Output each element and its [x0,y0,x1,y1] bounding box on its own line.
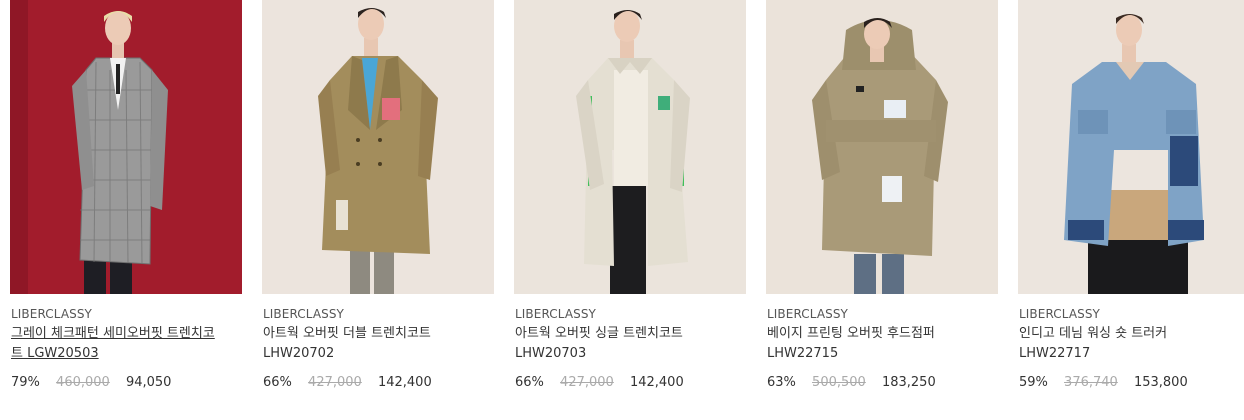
sale-price: 183,250 [881,375,936,390]
product-card[interactable]: LIBERCLASSY 베이지 프린팅 오버핏 후드점퍼 LHW22715 63… [766,0,998,400]
product-image-link[interactable] [1018,0,1244,294]
brand-label: LIBERCLASSY [1019,307,1100,321]
model-beige-hooded-jumper-image [766,0,998,294]
price-row: 79% 460,000 94,050 [11,375,183,390]
product-name-link[interactable]: 아트웍 오버핏 더블 트렌치코트 LHW20702 [263,324,473,364]
discount-rate: 66% [263,375,292,390]
product-name-link[interactable]: 인디고 데님 워싱 숏 트러커 LHW22717 [1019,324,1229,364]
sale-price: 153,800 [1133,375,1188,390]
price-row: 63% 500,500 183,250 [767,375,948,390]
brand-label: LIBERCLASSY [515,307,596,321]
brand-label: LIBERCLASSY [263,307,344,321]
original-price: 460,000 [56,375,110,390]
model-single-trench-image [514,0,746,294]
product-card[interactable]: LIBERCLASSY 인디고 데님 워싱 숏 트러커 LHW22717 59%… [1018,0,1244,400]
product-grid: LIBERCLASSY 그레이 체크패턴 세미오버핏 트렌치코트 LGW2050… [0,0,1244,420]
product-image-link[interactable] [10,0,242,294]
product-image-link[interactable] [262,0,494,294]
product-image-link[interactable] [766,0,998,294]
discount-rate: 79% [11,375,40,390]
sale-price: 94,050 [125,375,172,390]
original-price: 427,000 [308,375,362,390]
original-price: 427,000 [560,375,614,390]
sale-price: 142,400 [629,375,684,390]
product-image-link[interactable] [514,0,746,294]
brand-label: LIBERCLASSY [11,307,92,321]
product-name-link[interactable]: 베이지 프린팅 오버핏 후드점퍼 LHW22715 [767,324,977,364]
price-row: 59% 376,740 153,800 [1019,375,1200,390]
discount-rate: 59% [1019,375,1048,390]
original-price: 500,500 [812,375,866,390]
price-row: 66% 427,000 142,400 [263,375,444,390]
product-card[interactable]: LIBERCLASSY 그레이 체크패턴 세미오버핏 트렌치코트 LGW2050… [10,0,242,400]
product-name-link[interactable]: 아트웍 오버핏 싱글 트렌치코트 LHW20703 [515,324,725,364]
discount-rate: 63% [767,375,796,390]
product-card[interactable]: LIBERCLASSY 아트웍 오버핏 더블 트렌치코트 LHW20702 66… [262,0,494,400]
price-row: 66% 427,000 142,400 [515,375,696,390]
product-card[interactable]: LIBERCLASSY 아트웍 오버핏 싱글 트렌치코트 LHW20703 66… [514,0,746,400]
sale-price: 142,400 [377,375,432,390]
product-name-link[interactable]: 그레이 체크패턴 세미오버핏 트렌치코트 LGW20503 [11,324,221,364]
model-double-trench-image [262,0,494,294]
model-denim-trucker-image [1018,0,1244,294]
model-gray-check-coat-image [10,0,242,294]
original-price: 376,740 [1064,375,1118,390]
brand-label: LIBERCLASSY [767,307,848,321]
discount-rate: 66% [515,375,544,390]
